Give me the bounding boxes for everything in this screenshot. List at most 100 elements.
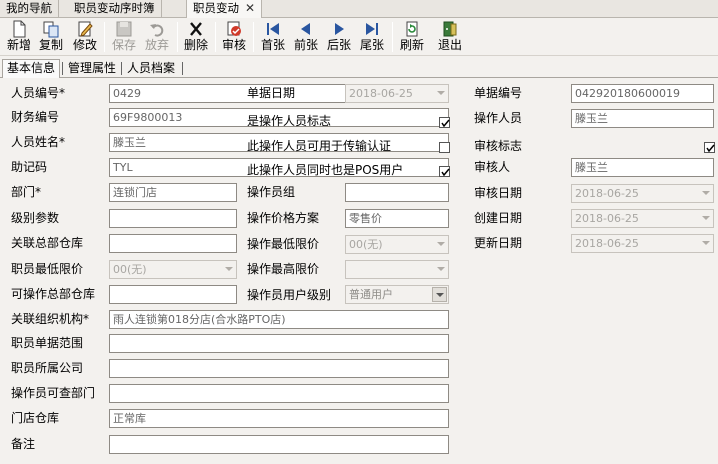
tab-personnel-archive[interactable]: 人员档案 <box>123 60 179 77</box>
last-button[interactable]: 尾张 <box>357 20 387 54</box>
refresh-icon <box>406 21 418 37</box>
discard-button[interactable]: 放弃 <box>142 20 172 54</box>
tab-staff-change-list[interactable]: 职员变动序时簿 <box>68 0 162 18</box>
audit-button[interactable]: 审核 <box>219 20 249 54</box>
tab-label: 人员档案 <box>127 61 176 75</box>
company-field[interactable] <box>109 359 449 378</box>
exit-door-icon <box>443 21 457 37</box>
chevron-down-icon <box>437 91 445 95</box>
tab-management-attributes[interactable]: 管理属性 <box>64 60 120 77</box>
toolbar-separator <box>177 22 178 52</box>
update-date-picker[interactable]: 2018-06-25 <box>571 234 714 253</box>
price-plan-field[interactable]: 零售价 <box>345 209 449 228</box>
operable-hq-warehouse-field[interactable] <box>109 285 237 304</box>
company-label: 职员所属公司 <box>11 361 84 375</box>
save-button[interactable]: 保存 <box>109 20 139 54</box>
chevron-down-icon <box>702 191 710 195</box>
edit-icon <box>78 21 93 37</box>
toolbar-separator <box>253 22 254 52</box>
first-label: 首张 <box>260 38 285 52</box>
next-record-icon <box>335 23 344 35</box>
transfer-auth-checkbox[interactable] <box>439 142 450 153</box>
create-date-picker[interactable]: 2018-06-25 <box>571 209 714 228</box>
user-level-select[interactable]: 普通用户 <box>345 285 449 304</box>
checkmark-icon <box>441 168 450 177</box>
department-field[interactable]: 连锁门店 <box>109 183 237 202</box>
undo-icon <box>150 24 164 37</box>
auditor-label: 审核人 <box>474 160 511 174</box>
doc-scope-field[interactable] <box>109 334 449 353</box>
tab-label: 基本信息 <box>7 61 56 75</box>
exit-button[interactable]: 退出 <box>435 20 465 54</box>
is-operator-checkbox[interactable] <box>439 117 450 128</box>
save-label: 保存 <box>111 38 136 52</box>
op-min-price-label: 操作最低限价 <box>247 237 320 251</box>
new-label: 新增 <box>6 38 31 52</box>
auditor-field[interactable]: 滕玉兰 <box>571 158 714 177</box>
tab-divider <box>182 62 183 75</box>
doc-date-picker[interactable]: 2018-06-25 <box>345 84 449 103</box>
level-param-field[interactable] <box>109 209 237 228</box>
pos-user-label: 此操作人员同时也是POS用户 <box>247 163 404 177</box>
chevron-down-icon <box>437 242 445 246</box>
employee-name-label: 人员姓名* <box>11 135 66 149</box>
new-button[interactable]: 新增 <box>4 20 34 54</box>
date-value: 2018-06-25 <box>575 212 639 225</box>
toolbar-separator <box>104 22 105 52</box>
refresh-button[interactable]: 刷新 <box>397 20 427 54</box>
transfer-auth-label: 此操作人员可用于传输认证 <box>247 139 392 153</box>
audit-flag-label: 审核标志 <box>474 139 523 153</box>
tab-staff-change[interactable]: 职员变动 ✕ <box>186 0 263 19</box>
operator-group-field[interactable] <box>345 183 449 202</box>
close-icon[interactable]: ✕ <box>245 1 255 15</box>
doc-no-field[interactable]: 042920180600019 <box>571 84 714 103</box>
doc-scope-label: 职员单据范围 <box>11 336 84 350</box>
operator-dept-field[interactable] <box>109 384 449 403</box>
pos-user-checkbox[interactable] <box>439 166 450 177</box>
level-param-label: 级别参数 <box>11 211 60 225</box>
toolbar: 新增 复制 修改 保存 放弃 删除 审核 首张 前张 后张 尾张 刷新 退出 <box>0 18 718 56</box>
employee-min-price-select[interactable]: 00(无) <box>109 260 237 279</box>
section-tab-bar: 基本信息 管理属性 人员档案 <box>0 59 718 78</box>
tab-label: 职员变动 <box>193 1 239 15</box>
dropdown-button-icon[interactable] <box>432 287 447 302</box>
price-plan-label: 操作价格方案 <box>247 211 320 225</box>
hq-warehouse-field[interactable] <box>109 234 237 253</box>
copy-label: 复制 <box>38 38 63 52</box>
prev-button[interactable]: 前张 <box>291 20 321 54</box>
is-operator-label: 是操作人员标志 <box>247 114 332 128</box>
chevron-down-icon <box>702 216 710 220</box>
remark-field[interactable] <box>109 435 449 454</box>
delete-x-icon <box>190 22 202 36</box>
org-field[interactable]: 雨人连锁第018分店(合水路PTO店) <box>109 310 449 329</box>
select-value: 00(无) <box>349 238 383 251</box>
select-value: 普通用户 <box>349 288 393 301</box>
copy-button[interactable]: 复制 <box>36 20 66 54</box>
first-record-icon <box>267 23 279 35</box>
exit-label: 退出 <box>437 38 462 52</box>
prev-label: 前张 <box>293 38 318 52</box>
operator-field[interactable]: 滕玉兰 <box>571 109 714 128</box>
edit-button[interactable]: 修改 <box>70 20 100 54</box>
checkmark-icon <box>706 144 715 153</box>
store-warehouse-field[interactable]: 正常库 <box>109 409 449 428</box>
mnemonic-label: 助记码 <box>11 160 48 174</box>
op-min-price-select[interactable]: 00(无) <box>345 235 449 254</box>
select-value: 00(无) <box>113 263 147 276</box>
audit-stamp-icon <box>227 21 241 36</box>
user-level-label: 操作员用户级别 <box>247 288 332 302</box>
op-max-price-label: 操作最高限价 <box>247 262 320 276</box>
document-tab-bar: 我的导航 职员变动序时簿 职员变动 ✕ <box>0 0 718 19</box>
first-button[interactable]: 首张 <box>258 20 288 54</box>
store-warehouse-label: 门店仓库 <box>11 411 60 425</box>
audit-date-picker[interactable]: 2018-06-25 <box>571 184 714 203</box>
audit-flag-checkbox[interactable] <box>704 142 715 153</box>
delete-button[interactable]: 删除 <box>181 20 211 54</box>
next-button[interactable]: 后张 <box>324 20 354 54</box>
op-max-price-select[interactable] <box>345 260 449 279</box>
finance-no-label: 财务编号 <box>11 110 60 124</box>
tab-my-navigation[interactable]: 我的导航 <box>0 0 59 18</box>
tab-basic-info[interactable]: 基本信息 <box>2 59 61 78</box>
delete-label: 删除 <box>183 38 208 52</box>
edit-label: 修改 <box>72 38 97 52</box>
